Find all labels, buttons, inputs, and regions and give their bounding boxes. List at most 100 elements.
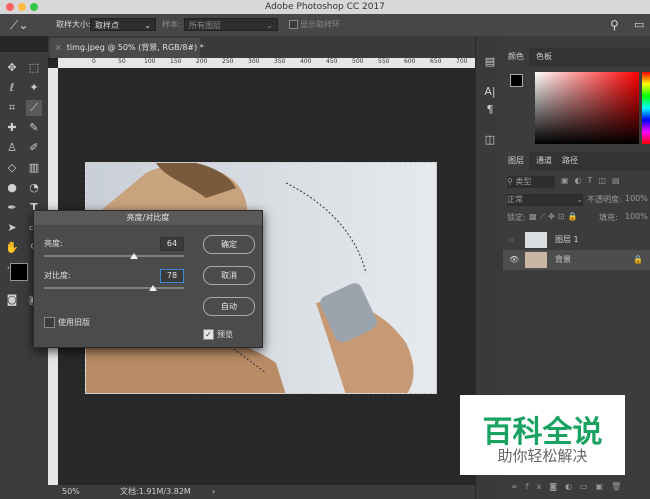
- layer-row[interactable]: ▫ 图层 1: [503, 230, 650, 250]
- layer-actions-icons[interactable]: ∞fx◙◐▭▣🗑: [511, 482, 629, 491]
- search-icon[interactable]: ⚲: [610, 14, 619, 36]
- crop-tool-icon[interactable]: ⌗: [4, 100, 20, 116]
- document-tab[interactable]: × timg.jpeg @ 50% (背景, RGB/8#) *: [50, 38, 204, 58]
- lock-icon: 🔒: [633, 255, 643, 264]
- use-legacy-label: 使用旧版: [58, 318, 90, 327]
- layer-thumbnail: [525, 232, 547, 248]
- hand-tool-icon[interactable]: ✋: [4, 240, 20, 256]
- brightness-label: 亮度:: [44, 239, 63, 248]
- layer-name: 图层 1: [555, 235, 579, 244]
- eye-icon[interactable]: 👁: [509, 250, 519, 270]
- tab-layers[interactable]: 图层: [503, 152, 529, 170]
- gradient-tool-icon[interactable]: ▥: [26, 160, 42, 176]
- move-tool-icon[interactable]: ✥: [4, 60, 20, 76]
- contrast-input[interactable]: 78: [160, 269, 184, 283]
- preview-checkbox[interactable]: ✓: [203, 329, 214, 340]
- fill-label: 填充:: [599, 213, 618, 222]
- lock-icons[interactable]: ▩⟋✥⊡🔒: [529, 212, 581, 222]
- layer-row[interactable]: 👁 背景 🔒: [503, 250, 650, 270]
- lasso-tool-icon[interactable]: ℓ: [4, 80, 20, 96]
- hue-slider[interactable]: [642, 72, 650, 144]
- app-title: Adobe Photoshop CC 2017: [265, 2, 385, 12]
- sample-size-label: 取样大小:: [56, 20, 91, 29]
- lock-label: 锁定:: [507, 213, 526, 222]
- opacity-value[interactable]: 100%: [625, 194, 648, 203]
- document-info: 文档:1.91M/3.82M: [120, 487, 191, 496]
- ruler-tick: 600: [404, 58, 416, 65]
- horizontal-ruler: 0 50 100 150 200 250 300 350 400 450 500…: [58, 58, 475, 68]
- eyedropper-tool-icon[interactable]: ⟋: [26, 100, 42, 116]
- blend-mode-select[interactable]: 正常 ⌄: [507, 194, 583, 206]
- paragraph-panel-icon[interactable]: ¶: [482, 102, 498, 118]
- history-panel-icon[interactable]: ▤: [482, 54, 498, 70]
- tab-color[interactable]: 颜色: [503, 48, 529, 66]
- history-brush-tool-icon[interactable]: ✐: [26, 140, 42, 156]
- maximize-window-button[interactable]: [30, 3, 38, 11]
- eyedropper-tool-preset-icon[interactable]: ⟋⌄: [10, 14, 28, 36]
- marquee-tool-icon[interactable]: ⬚: [26, 60, 42, 76]
- contrast-label: 对比度:: [44, 271, 71, 280]
- foreground-color-swatch[interactable]: [10, 263, 28, 281]
- sample-select[interactable]: 所有图层 ⌄: [184, 18, 278, 31]
- color-picker-field[interactable]: [535, 72, 639, 144]
- dodge-tool-icon[interactable]: ◔: [26, 180, 42, 196]
- contrast-slider[interactable]: [44, 287, 184, 289]
- sample-label: 样本:: [162, 20, 181, 29]
- workspace-icon[interactable]: ▭: [634, 14, 644, 36]
- sample-size-select[interactable]: 取样点 ⌄: [90, 18, 156, 31]
- eraser-tool-icon[interactable]: ◇: [4, 160, 20, 176]
- quick-mask-icon[interactable]: ◙: [4, 292, 20, 308]
- brightness-slider[interactable]: [44, 255, 184, 257]
- status-menu-arrow-icon[interactable]: ›: [212, 485, 215, 499]
- ruler-tick: 300: [248, 58, 260, 65]
- blur-tool-icon[interactable]: ●: [4, 180, 20, 196]
- ruler-tick: 200: [196, 58, 208, 65]
- clone-stamp-tool-icon[interactable]: ♙: [4, 140, 20, 156]
- character-panel-icon[interactable]: A|: [482, 84, 498, 100]
- panel-foreground-swatch[interactable]: [510, 74, 523, 87]
- layer-thumbnail: [525, 252, 547, 268]
- ok-button[interactable]: 确定: [203, 235, 255, 254]
- show-ring-checkbox[interactable]: [289, 20, 298, 29]
- contrast-slider-thumb[interactable]: [149, 285, 158, 291]
- path-selection-tool-icon[interactable]: ➤: [4, 220, 20, 236]
- ruler-tick: 350: [274, 58, 286, 65]
- opacity-label: 不透明度:: [587, 195, 622, 204]
- brightness-slider-thumb[interactable]: [129, 253, 138, 259]
- brightness-input[interactable]: 64: [160, 237, 184, 251]
- use-legacy-checkbox[interactable]: [44, 317, 55, 328]
- ruler-tick: 400: [300, 58, 312, 65]
- title-bar: Adobe Photoshop CC 2017: [0, 0, 650, 14]
- magic-wand-tool-icon[interactable]: ✦: [26, 80, 42, 96]
- minimize-window-button[interactable]: [18, 3, 26, 11]
- layer-name: 背景: [555, 255, 571, 264]
- visibility-off-icon[interactable]: ▫: [509, 230, 514, 250]
- fill-value[interactable]: 100%: [625, 212, 648, 221]
- close-tab-icon[interactable]: ×: [50, 43, 67, 52]
- tab-paths[interactable]: 路径: [557, 152, 583, 170]
- status-bar: 50% 文档:1.91M/3.82M ›: [48, 485, 475, 499]
- brightness-contrast-dialog: 亮度/对比度 亮度: 64 对比度: 78 确定 取消 自动 使用旧版 ✓ 预览: [33, 210, 263, 348]
- adjustments-panel-icon[interactable]: ◫: [482, 132, 498, 148]
- close-window-button[interactable]: [6, 3, 14, 11]
- ruler-tick: 100: [144, 58, 156, 65]
- ruler-tick: 50: [118, 58, 126, 65]
- watermark-badge: 百科全说 助你轻松解决: [460, 395, 625, 475]
- ruler-tick: 150: [170, 58, 182, 65]
- auto-button[interactable]: 自动: [203, 297, 255, 316]
- healing-brush-tool-icon[interactable]: ✚: [4, 120, 20, 136]
- ruler-tick: 550: [378, 58, 390, 65]
- search-icon: ⚲: [507, 177, 513, 186]
- tab-swatches[interactable]: 色板: [531, 48, 557, 66]
- ruler-tick: 0: [92, 58, 96, 65]
- pen-tool-icon[interactable]: ✒: [4, 200, 20, 216]
- options-bar: ⟋⌄ 取样大小: 取样点 ⌄ 样本: 所有图层 ⌄ 显示取样环 ⚲ ▭: [0, 14, 650, 37]
- brush-tool-icon[interactable]: ✎: [26, 120, 42, 136]
- zoom-level[interactable]: 50%: [62, 485, 80, 499]
- cancel-button[interactable]: 取消: [203, 266, 255, 285]
- ruler-tick: 700: [456, 58, 468, 65]
- filter-icons[interactable]: ▣◐T◫▤: [561, 176, 626, 185]
- layer-kind-filter[interactable]: ⚲ 类型: [507, 176, 555, 188]
- document-tab-title: timg.jpeg @ 50% (背景, RGB/8#) *: [66, 43, 204, 52]
- tab-channels[interactable]: 通道: [531, 152, 557, 170]
